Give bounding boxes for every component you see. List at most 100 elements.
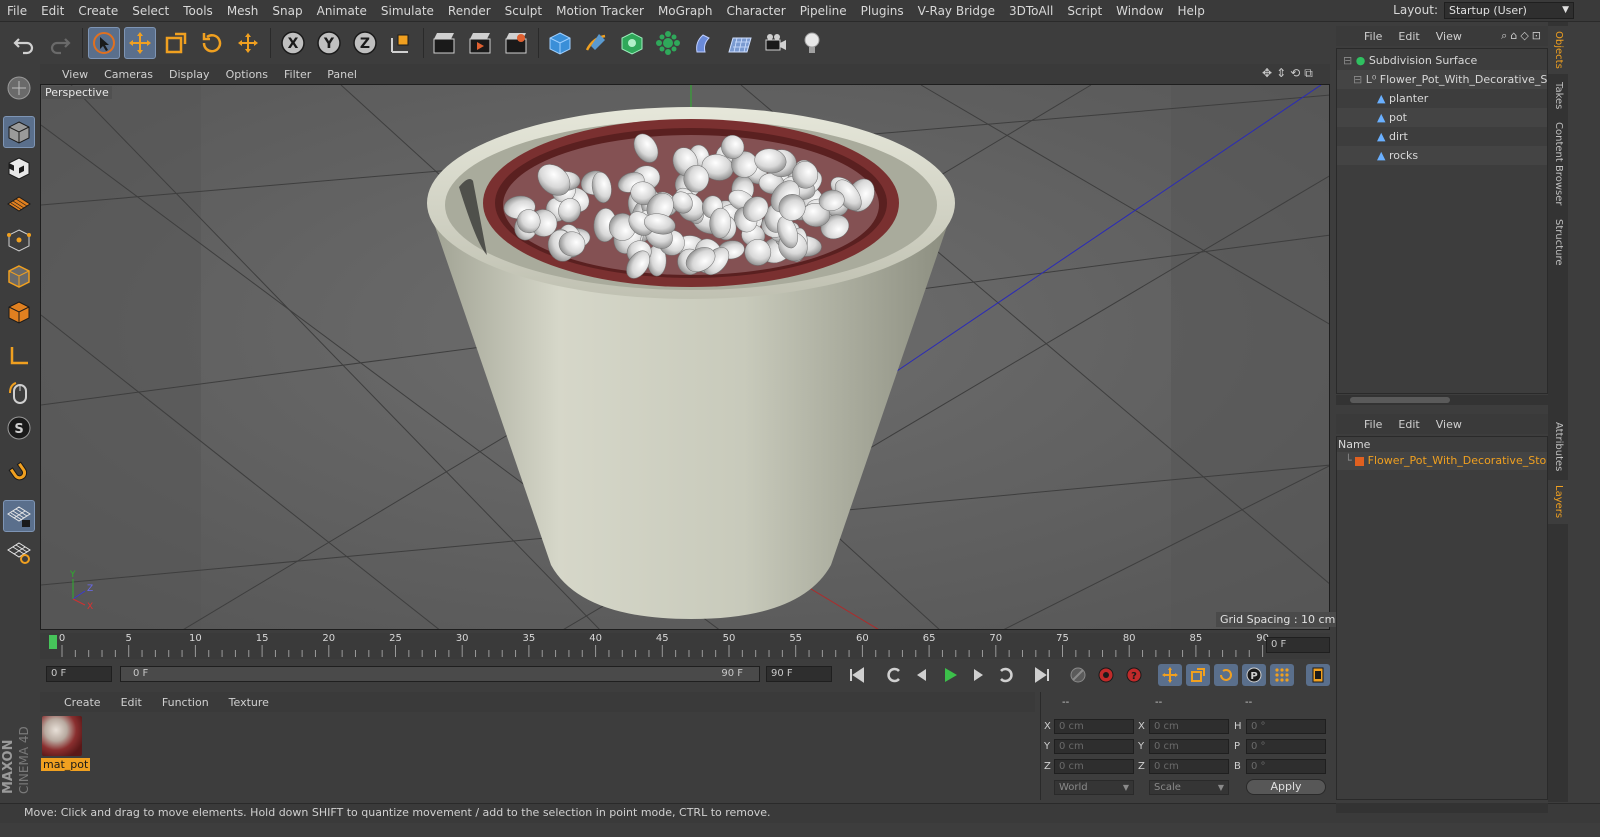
position-x-field[interactable]: 0 cm xyxy=(1054,719,1134,734)
menu-character[interactable]: Character xyxy=(719,4,792,18)
step-forward-button[interactable] xyxy=(966,664,990,686)
menu-animate[interactable]: Animate xyxy=(310,4,374,18)
tweak-mode-button[interactable] xyxy=(3,376,35,408)
timeline-playhead[interactable] xyxy=(49,635,57,649)
goto-start-button[interactable] xyxy=(845,664,869,686)
snap-button[interactable] xyxy=(3,456,35,488)
rotate-tool-button[interactable] xyxy=(196,27,228,59)
layer-menu-view[interactable]: View xyxy=(1428,418,1470,431)
recent-tool-button[interactable] xyxy=(232,27,264,59)
object-row-pot[interactable]: ▲ pot xyxy=(1337,108,1547,127)
viewport-menu-panel[interactable]: Panel xyxy=(319,68,365,81)
menu-file[interactable]: File xyxy=(0,4,34,18)
texture-mode-button[interactable] xyxy=(3,152,35,184)
object-row-subdivision-surface[interactable]: ⊟ ● Subdivision Surface xyxy=(1337,51,1547,70)
add-light-button[interactable] xyxy=(796,27,828,59)
workplane-mode-button[interactable] xyxy=(3,188,35,220)
add-cube-button[interactable] xyxy=(544,27,576,59)
key-position-button[interactable] xyxy=(1158,664,1182,686)
menu-window[interactable]: Window xyxy=(1109,4,1170,18)
material-menu-function[interactable]: Function xyxy=(152,696,219,709)
layer-row[interactable]: └ Flower_Pot_With_Decorative_Stones xyxy=(1337,452,1547,470)
viewport-menu-view[interactable]: View xyxy=(40,68,96,81)
object-row-planter[interactable]: ▲ planter xyxy=(1337,89,1547,108)
layout-dropdown[interactable]: Startup (User) ▼ xyxy=(1444,2,1574,19)
play-button[interactable] xyxy=(938,664,962,686)
material-menu-texture[interactable]: Texture xyxy=(219,696,279,709)
material-menu-edit[interactable]: Edit xyxy=(111,696,152,709)
object-manager-scrollbar[interactable] xyxy=(1336,395,1548,405)
y-axis-lock-button[interactable]: Y xyxy=(313,27,345,59)
rotation-p-field[interactable]: 0 ° xyxy=(1246,739,1326,754)
object-manager-tool-icons[interactable]: ⌕⌂◇⊡ xyxy=(1501,29,1548,43)
menu-mograph[interactable]: MoGraph xyxy=(651,4,720,18)
start-frame-field[interactable]: 0 F xyxy=(46,666,112,682)
move-tool-button[interactable] xyxy=(124,27,156,59)
add-floor-button[interactable] xyxy=(724,27,756,59)
planar-workplane-button[interactable] xyxy=(3,536,35,568)
rotation-h-field[interactable]: 0 ° xyxy=(1246,719,1326,734)
scrollbar-thumb[interactable] xyxy=(1350,397,1450,403)
current-frame-field[interactable]: 0 F xyxy=(1266,637,1330,653)
tab-objects[interactable]: Objects xyxy=(1548,26,1568,74)
menu-simulate[interactable]: Simulate xyxy=(374,4,441,18)
material-name[interactable]: mat_pot xyxy=(41,758,91,771)
tab-attributes[interactable]: Attributes xyxy=(1548,416,1568,478)
axis-mode-button[interactable] xyxy=(3,340,35,372)
render-picture-viewer-button[interactable] xyxy=(464,27,496,59)
viewport-menu-cameras[interactable]: Cameras xyxy=(96,68,161,81)
points-mode-button[interactable] xyxy=(3,224,35,256)
object-menu-file[interactable]: File xyxy=(1356,30,1390,43)
timeline-window-button[interactable] xyxy=(1306,664,1330,686)
model-mode-button[interactable] xyxy=(3,116,35,148)
solo-button[interactable]: S xyxy=(3,412,35,444)
tab-takes[interactable]: Takes xyxy=(1548,78,1568,114)
timeline-ruler[interactable]: 0 5 10 15 20 25 30 35 40 45 50 55 60 65 70 75 80 85 90 xyxy=(40,633,1330,659)
menu-select[interactable]: Select xyxy=(125,4,176,18)
record-active-button[interactable] xyxy=(1066,664,1090,686)
layer-menu-edit[interactable]: Edit xyxy=(1390,418,1427,431)
redo-button[interactable] xyxy=(44,27,76,59)
object-row-flower-pot[interactable]: ⊟ L⁰ Flower_Pot_With_Decorative_Stones xyxy=(1337,70,1547,89)
size-y-field[interactable]: 0 cm xyxy=(1149,739,1229,754)
layer-color-swatch[interactable] xyxy=(1355,456,1365,466)
goto-end-button[interactable] xyxy=(1030,664,1054,686)
z-axis-lock-button[interactable]: Z xyxy=(349,27,381,59)
layer-scrollbar[interactable] xyxy=(1336,803,1548,813)
material-menu-create[interactable]: Create xyxy=(40,696,111,709)
apply-button[interactable]: Apply xyxy=(1246,779,1326,795)
step-back-button[interactable] xyxy=(910,664,934,686)
object-menu-edit[interactable]: Edit xyxy=(1390,30,1427,43)
tab-content-browser[interactable]: Content Browser xyxy=(1548,118,1568,210)
goto-previous-key-button[interactable] xyxy=(882,664,906,686)
viewport-menu-options[interactable]: Options xyxy=(218,68,276,81)
menu-tools[interactable]: Tools xyxy=(176,4,220,18)
3d-viewport[interactable]: Y Z X xyxy=(40,84,1330,630)
add-cloner-button[interactable] xyxy=(652,27,684,59)
menu-vray-bridge[interactable]: V-Ray Bridge xyxy=(911,4,1002,18)
render-view-button[interactable] xyxy=(428,27,460,59)
object-row-rocks[interactable]: ▲ rocks xyxy=(1337,146,1547,165)
menu-sculpt[interactable]: Sculpt xyxy=(498,4,549,18)
menu-create[interactable]: Create xyxy=(71,4,125,18)
frame-range-slider[interactable]: 0 F 90 F xyxy=(120,666,760,682)
add-spline-pen-button[interactable] xyxy=(580,27,612,59)
viewport-menu-filter[interactable]: Filter xyxy=(276,68,319,81)
coordinate-system-button[interactable] xyxy=(385,27,417,59)
menu-3dtoall[interactable]: 3DToAll xyxy=(1002,4,1060,18)
menu-pipeline[interactable]: Pipeline xyxy=(793,4,854,18)
viewport-menu-display[interactable]: Display xyxy=(161,68,218,81)
live-selection-button[interactable] xyxy=(88,27,120,59)
tree-collapse-icon[interactable]: ⊟ xyxy=(1353,73,1362,86)
tree-collapse-icon[interactable]: ⊟ xyxy=(1343,54,1352,67)
key-parameter-button[interactable]: P xyxy=(1242,664,1266,686)
menu-snap[interactable]: Snap xyxy=(265,4,309,18)
size-z-field[interactable]: 0 cm xyxy=(1149,759,1229,774)
add-deformer-button[interactable] xyxy=(688,27,720,59)
menu-mesh[interactable]: Mesh xyxy=(220,4,266,18)
layer-menu-file[interactable]: File xyxy=(1356,418,1390,431)
pan-icon[interactable]: ✥ xyxy=(1262,66,1272,82)
size-x-field[interactable]: 0 cm xyxy=(1149,719,1229,734)
object-row-dirt[interactable]: ▲ dirt xyxy=(1337,127,1547,146)
goto-next-key-button[interactable] xyxy=(994,664,1018,686)
